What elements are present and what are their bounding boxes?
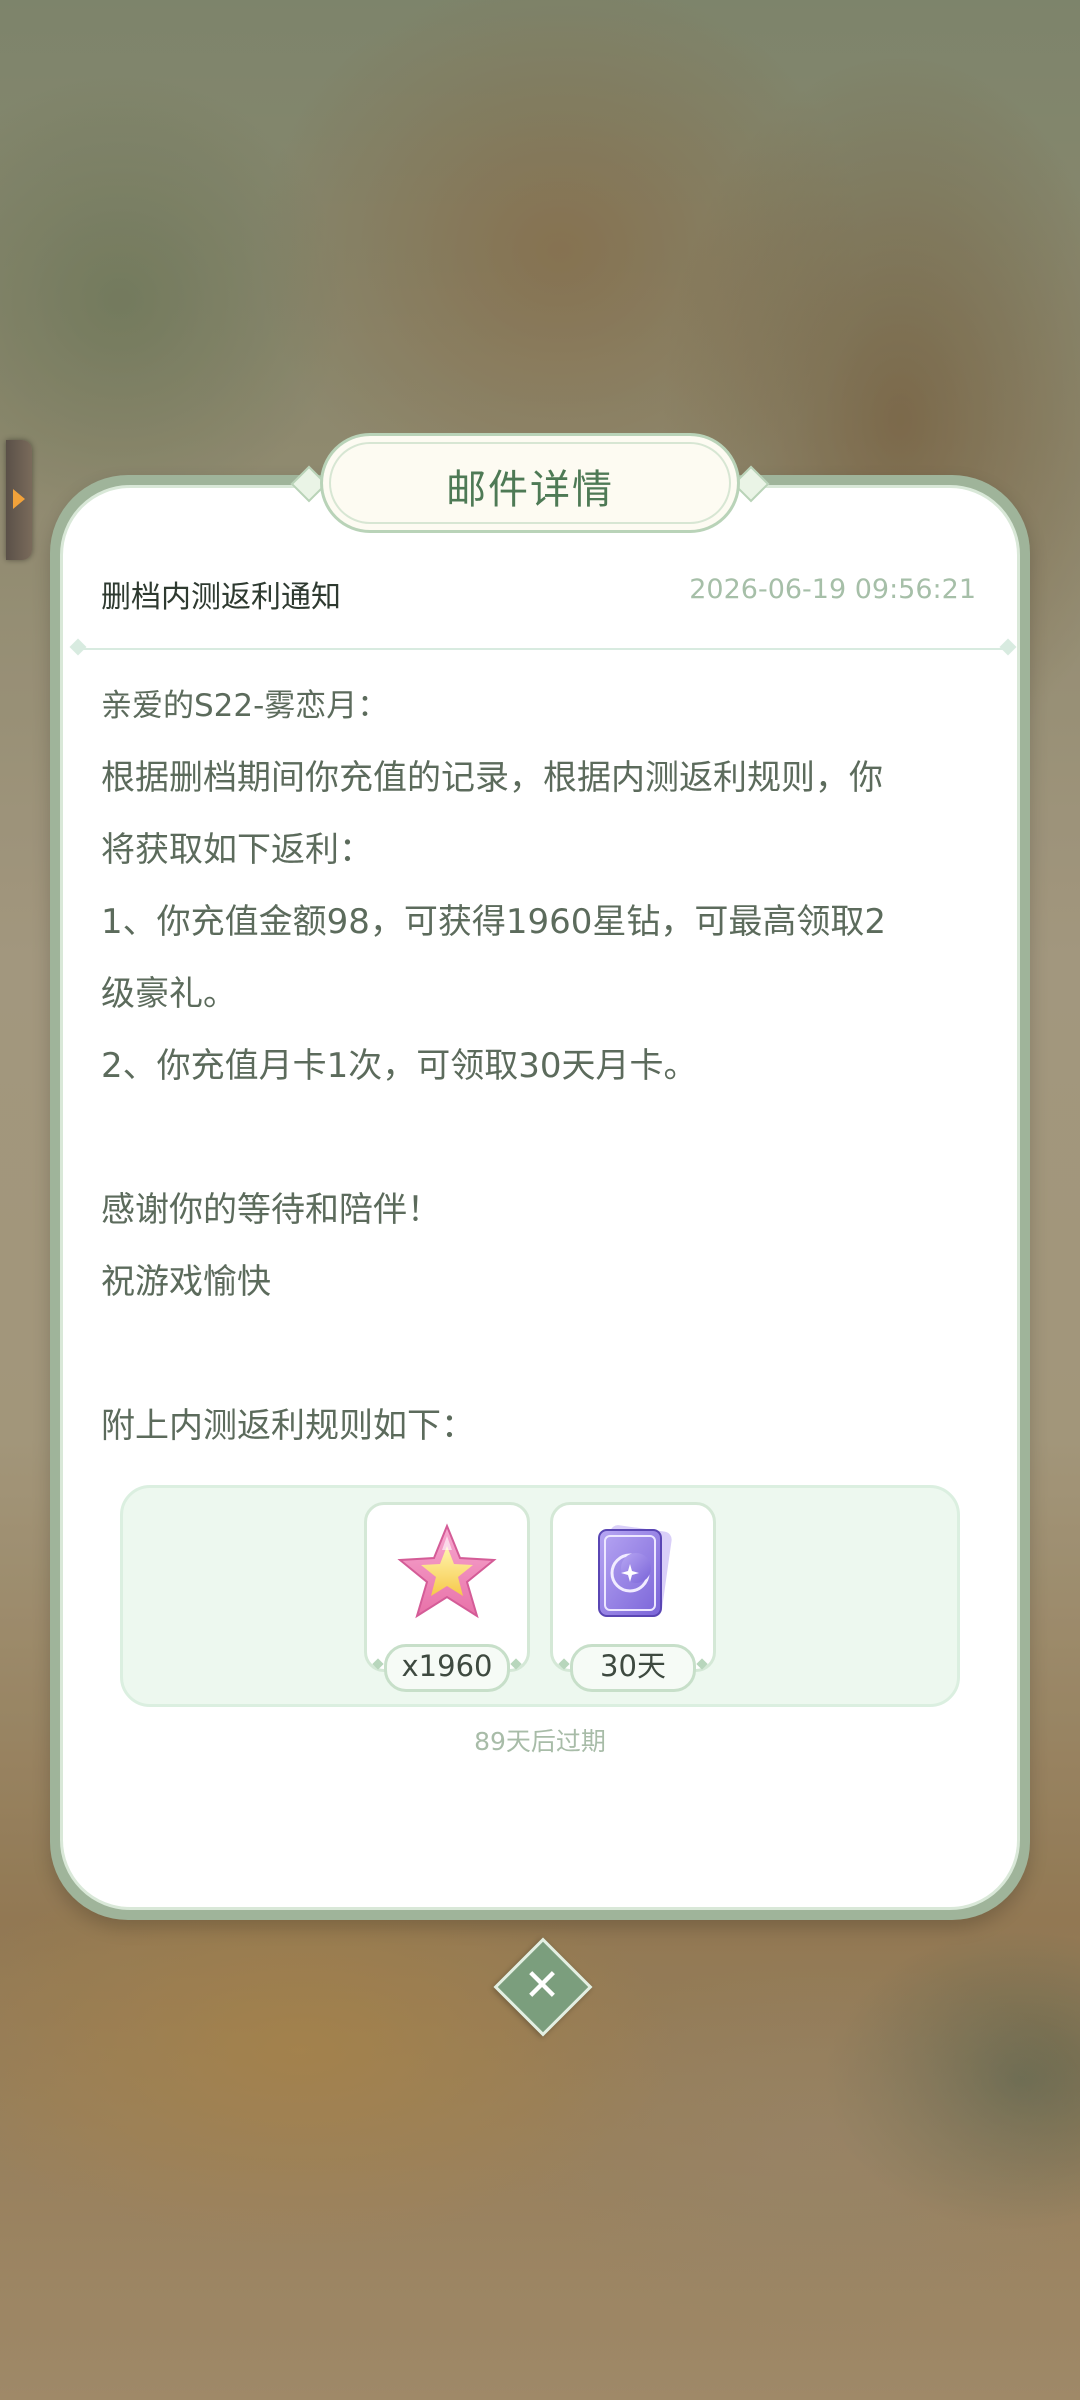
mail-body-line: 1、你充值金额98，可获得1960星钻，可最高领取2 [101,902,887,942]
close-icon[interactable]: ✕ [506,1961,578,2011]
arrow-right-icon [13,489,25,509]
page-title: 邮件详情 [446,467,614,513]
item-quantity: x1960 [384,1644,510,1692]
mail-body-line: 感谢你的等待和陪伴！ [101,1190,441,1230]
mail-body: 亲爱的S22-雾恋月： 根据删档期间你充值的记录，根据内测返利规则，你 将获取如… [101,670,961,1462]
moon-card-icon [583,1522,683,1622]
mail-body-line: 级豪礼。 [101,974,237,1014]
mail-body-line: 祝游戏愉快 [101,1262,271,1302]
mail-body-line: 根据删档期间你充值的记录，根据内测返利规则，你 [101,758,883,798]
attachment-item-star-diamond[interactable]: x1960 [364,1502,530,1692]
header-divider [69,638,1017,656]
mail-body-line: 附上内测返利规则如下： [101,1406,475,1446]
expire-notice: 89天后过期 [474,1727,606,1756]
star-diamond-icon [397,1522,497,1622]
attachment-item-month-card[interactable]: 30天 [550,1502,716,1692]
mail-body-line: 2、你充值月卡1次，可领取30天月卡。 [101,1046,698,1086]
mail-body-line: 将获取如下返利： [101,830,373,870]
mail-subject: 删档内测返利通知 [101,580,341,615]
mail-timestamp: 2026-06-19 09:56:21 [689,574,976,605]
mail-greeting: 亲爱的S22-雾恋月： [101,688,389,724]
item-quantity: 30天 [570,1644,696,1692]
title-plaque: 邮件详情 [290,433,770,533]
attachments-box [120,1485,960,1707]
side-expand-tab[interactable] [6,440,32,560]
